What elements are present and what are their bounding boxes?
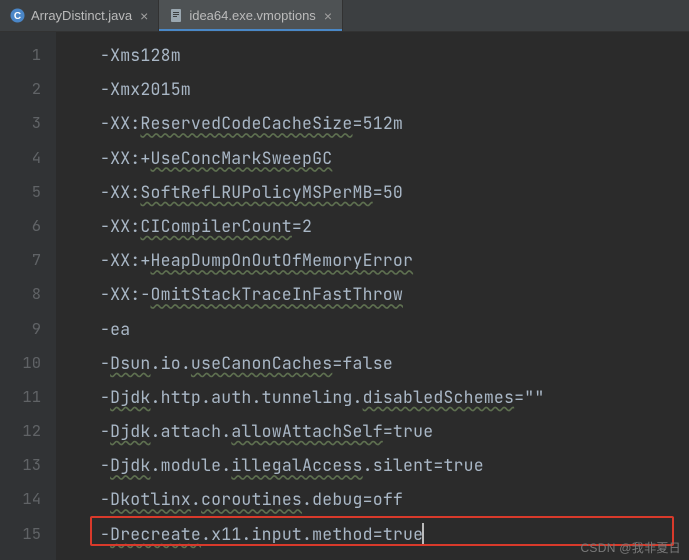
line-number: 4 — [0, 141, 41, 175]
code-content[interactable]: -Xms128m -Xmx2015m -XX:ReservedCodeCache… — [56, 38, 689, 551]
line-number-gutter: 1 2 3 4 5 6 7 8 9 10 11 12 13 14 15 — [0, 32, 56, 560]
svg-text:C: C — [14, 11, 21, 22]
code-line: -ea — [100, 312, 689, 346]
line-number: 7 — [0, 243, 41, 277]
code-line: -Xmx2015m — [100, 72, 689, 106]
close-icon[interactable]: × — [138, 9, 150, 23]
code-line: -XX:ReservedCodeCacheSize=512m — [100, 106, 689, 140]
code-line: -XX:+UseConcMarkSweepGC — [100, 141, 689, 175]
code-line: -XX:-OmitStackTraceInFastThrow — [100, 277, 689, 311]
code-line: -Xms128m — [100, 38, 689, 72]
code-line: -XX:SoftRefLRUPolicyMSPerMB=50 — [100, 175, 689, 209]
tab-label: idea64.exe.vmoptions — [189, 8, 315, 23]
tab-arraydistinct[interactable]: C ArrayDistinct.java × — [0, 0, 159, 31]
editor-area: 1 2 3 4 5 6 7 8 9 10 11 12 13 14 15 -Xms… — [0, 32, 689, 560]
editor-tabs: C ArrayDistinct.java × idea64.exe.vmopti… — [0, 0, 689, 32]
tab-label: ArrayDistinct.java — [31, 8, 132, 23]
watermark-text: CSDN @我非夏日 — [580, 539, 681, 556]
line-number: 8 — [0, 277, 41, 311]
text-caret — [422, 523, 424, 545]
java-class-icon: C — [10, 8, 25, 23]
code-line: -Djdk.module.illegalAccess.silent=true — [100, 448, 689, 482]
code-line: -Dkotlinx.coroutines.debug=off — [100, 482, 689, 516]
close-icon[interactable]: × — [322, 9, 334, 23]
line-number: 13 — [0, 448, 41, 482]
line-number: 9 — [0, 312, 41, 346]
code-line: -XX:CICompilerCount=2 — [100, 209, 689, 243]
line-number: 15 — [0, 517, 41, 551]
line-number: 10 — [0, 346, 41, 380]
line-number: 5 — [0, 175, 41, 209]
code-line: -XX:+HeapDumpOnOutOfMemoryError — [100, 243, 689, 277]
line-number: 6 — [0, 209, 41, 243]
text-file-icon — [169, 8, 183, 23]
code-line: -Dsun.io.useCanonCaches=false — [100, 346, 689, 380]
line-number: 14 — [0, 482, 41, 516]
code-line: -Djdk.http.auth.tunneling.disabledScheme… — [100, 380, 689, 414]
line-number: 2 — [0, 72, 41, 106]
line-number: 1 — [0, 38, 41, 72]
line-number: 12 — [0, 414, 41, 448]
tab-vmoptions[interactable]: idea64.exe.vmoptions × — [159, 0, 343, 31]
line-number: 3 — [0, 106, 41, 140]
code-viewport[interactable]: -Xms128m -Xmx2015m -XX:ReservedCodeCache… — [56, 32, 689, 560]
line-number: 11 — [0, 380, 41, 414]
code-line: -Djdk.attach.allowAttachSelf=true — [100, 414, 689, 448]
